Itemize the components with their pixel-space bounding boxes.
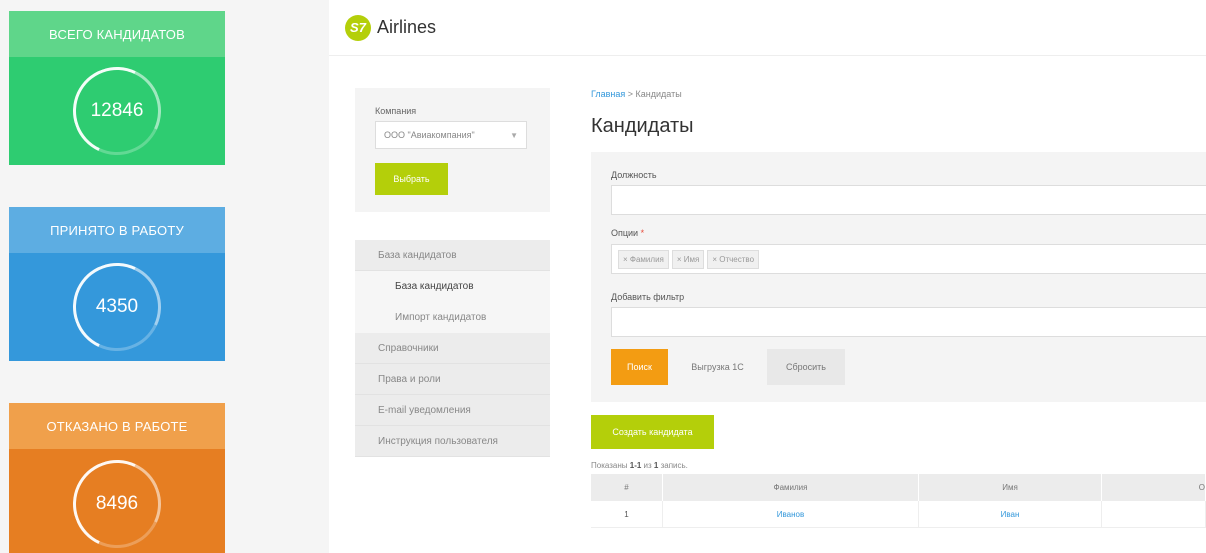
lastname-link[interactable]: Иванов: [777, 510, 804, 519]
table-row[interactable]: 1 Иванов Иван: [591, 501, 1206, 528]
logo-mark-icon: S7: [345, 14, 371, 41]
breadcrumb-home-link[interactable]: Главная: [591, 89, 625, 99]
option-tag-middlename[interactable]: × Отчество: [707, 249, 760, 269]
sidebar-subitem-import[interactable]: Импорт кандидатов: [355, 302, 550, 333]
options-label: Опции *: [611, 228, 645, 238]
page-title: Кандидаты: [591, 115, 694, 137]
candidates-table: # Фамилия Имя О 1 Иванов Иван: [591, 474, 1206, 528]
company-select[interactable]: ООО "Авиакомпания" ▼: [375, 121, 527, 149]
options-multiselect[interactable]: × Фамилия × Имя × Отчество: [611, 244, 1206, 274]
breadcrumb: Главная > Кандидаты: [591, 89, 682, 99]
table-header-row: # Фамилия Имя О: [591, 474, 1206, 501]
company-selector-panel: Компания ООО "Авиакомпания" ▼ Выбрать: [355, 88, 550, 212]
required-mark: *: [640, 228, 645, 238]
stat-value: 12846: [90, 100, 144, 121]
export-1c-button[interactable]: Выгрузка 1С: [668, 349, 767, 385]
column-header-firstname[interactable]: Имя: [919, 474, 1102, 501]
s7-logo[interactable]: S7 Airlines: [345, 14, 437, 41]
column-header-middlename[interactable]: О: [1102, 474, 1206, 501]
search-button[interactable]: Поиск: [611, 349, 668, 385]
stat-card-accepted: ПРИНЯТО В РАБОТУ 4350: [9, 207, 225, 361]
add-filter-label: Добавить фильтр: [611, 292, 685, 302]
sidebar-item-instructions[interactable]: Инструкция пользователя: [355, 426, 550, 457]
select-company-button[interactable]: Выбрать: [375, 163, 448, 195]
stat-title: ОТКАЗАНО В РАБОТЕ: [9, 403, 225, 449]
add-filter-input[interactable]: [611, 307, 1206, 337]
stat-card-rejected: ОТКАЗАНО В РАБОТЕ 8496: [9, 403, 225, 553]
option-tag-firstname[interactable]: × Имя: [671, 249, 705, 269]
app-window: S7 Airlines Компания ООО "Авиакомпания" …: [329, 0, 1206, 553]
progress-ring: 8496: [73, 460, 161, 548]
sidebar-item-directories[interactable]: Справочники: [355, 333, 550, 364]
chevron-down-icon: ▼: [510, 130, 518, 140]
company-selected-value: ООО "Авиакомпания": [384, 130, 475, 140]
option-tag-lastname[interactable]: × Фамилия: [618, 249, 669, 269]
cell-middlename: [1102, 501, 1206, 527]
firstname-link[interactable]: Иван: [1001, 510, 1020, 519]
cell-firstname: Иван: [919, 501, 1102, 527]
create-candidate-button[interactable]: Создать кандидата: [591, 415, 714, 449]
top-bar: S7 Airlines: [329, 0, 1206, 56]
filter-actions: Поиск Выгрузка 1С Сбросить: [611, 349, 845, 385]
position-input[interactable]: [611, 185, 1206, 215]
breadcrumb-separator: >: [625, 89, 636, 99]
cell-number: 1: [591, 501, 663, 527]
breadcrumb-current: Кандидаты: [635, 89, 682, 99]
stat-value: 4350: [95, 296, 139, 317]
company-label: Компания: [375, 106, 417, 116]
progress-ring: 4350: [73, 263, 161, 351]
reset-button[interactable]: Сбросить: [767, 349, 845, 385]
position-label: Должность: [611, 170, 657, 180]
logo-text: Airlines: [377, 17, 437, 37]
sidebar-menu: База кандидатов База кандидатов Импорт к…: [355, 240, 550, 457]
sidebar-subitem-candidates-base[interactable]: База кандидатов: [355, 271, 550, 302]
sidebar-item-rights-roles[interactable]: Права и роли: [355, 364, 550, 395]
stat-card-total: ВСЕГО КАНДИДАТОВ 12846: [9, 11, 225, 165]
stat-title: ВСЕГО КАНДИДАТОВ: [9, 11, 225, 57]
sidebar-item-email[interactable]: E-mail уведомления: [355, 395, 550, 426]
column-header-lastname[interactable]: Фамилия: [663, 474, 919, 501]
stat-value: 8496: [95, 493, 139, 514]
cell-lastname: Иванов: [663, 501, 919, 527]
column-header-number[interactable]: #: [591, 474, 663, 501]
records-summary: Показаны 1-1 из 1 запись.: [591, 461, 688, 470]
sidebar-item-candidates-base[interactable]: База кандидатов: [355, 240, 550, 271]
progress-ring: 12846: [73, 67, 161, 155]
filter-panel: Должность Опции * × Фамилия × Имя × Отче…: [591, 152, 1206, 402]
stat-title: ПРИНЯТО В РАБОТУ: [9, 207, 225, 253]
